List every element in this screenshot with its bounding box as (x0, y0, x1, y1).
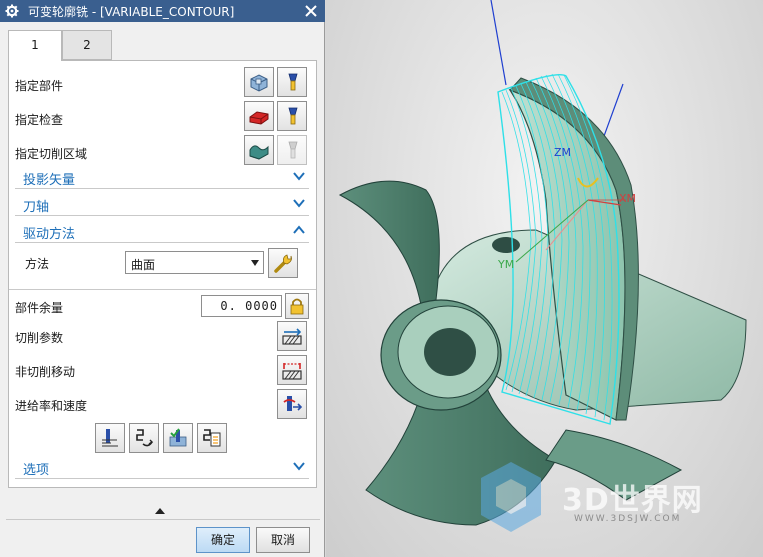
list-path-button[interactable] (197, 423, 227, 453)
drive-method-section[interactable]: 驱动方法 (15, 219, 309, 243)
drive-method-value: 曲面 (131, 258, 156, 272)
section-title: 投影矢量 (23, 173, 76, 188)
flashlight-icon (288, 73, 298, 91)
tab-2[interactable]: 2 (62, 30, 112, 60)
chevron-down-icon[interactable] (293, 171, 305, 181)
ok-button[interactable]: 确定 (196, 527, 250, 553)
cutting-params-label: 切削参数 (15, 331, 64, 345)
drive-method-select[interactable]: 曲面 (125, 251, 264, 274)
axis-label-zm: ZM (554, 146, 572, 159)
select-cut-area-button[interactable] (244, 135, 274, 165)
part-stock-value: 0. 0000 (220, 299, 278, 313)
wrench-icon (274, 254, 292, 273)
section-title: 驱动方法 (23, 227, 76, 242)
variable-contour-dialog: 可变轮廓铣 - [VARIABLE_CONTOUR] 1 2 指定部件 指定检查 (0, 0, 325, 557)
cutting-params-icon (282, 328, 302, 345)
select-check-button[interactable] (244, 101, 274, 131)
lock-icon (290, 298, 304, 315)
part-stock-label: 部件余量 (15, 301, 64, 315)
watermark-text: 3D世界网 (562, 483, 703, 518)
edit-drive-method-button[interactable] (268, 248, 298, 278)
impeller-model (338, 0, 747, 532)
select-part-icon (250, 74, 268, 92)
non-cutting-moves-button[interactable] (277, 355, 307, 385)
flashlight-icon (288, 141, 298, 159)
specify-cut-area-label: 指定切削区域 (15, 147, 88, 161)
display-check-button[interactable] (277, 101, 307, 131)
tool-axis-section[interactable]: 刀轴 (15, 192, 309, 216)
collapse-arrow-icon[interactable] (155, 508, 165, 514)
display-part-button[interactable] (277, 67, 307, 97)
close-icon[interactable] (303, 3, 319, 19)
options-section[interactable]: 选项 (15, 455, 309, 479)
section-title: 刀轴 (23, 200, 50, 215)
non-cutting-moves-icon (282, 363, 302, 380)
cutting-params-button[interactable] (277, 321, 307, 351)
footer-divider (6, 519, 320, 520)
projection-vector-section[interactable]: 投影矢量 (15, 165, 309, 189)
feeds-speeds-button[interactable] (277, 389, 307, 419)
dropdown-arrow-icon (251, 260, 259, 266)
watermark-url: WWW.3DSJW.COM (574, 514, 682, 524)
method-label: 方法 (25, 257, 50, 271)
generate-path-button[interactable] (95, 423, 125, 453)
verify-path-button[interactable] (163, 423, 193, 453)
gear-icon[interactable] (5, 4, 19, 18)
list-path-icon (203, 429, 221, 447)
lock-button[interactable] (285, 293, 309, 319)
graphics-viewport[interactable]: ZM XM YM 3D世界网 WWW.3DSJW.COM (326, 0, 763, 557)
axis-label-ym: YM (498, 258, 515, 271)
replay-path-icon (136, 429, 154, 447)
chevron-down-icon[interactable] (293, 461, 305, 471)
chevron-down-icon[interactable] (293, 198, 305, 208)
part-stock-input[interactable]: 0. 0000 (201, 295, 282, 317)
verify-path-icon (169, 428, 187, 447)
non-cutting-moves-label: 非切削移动 (15, 365, 76, 379)
flashlight-icon (288, 107, 298, 125)
tab-panel: 指定部件 指定检查 指定切削区域 投影矢量 刀轴 驱动方法 方法 曲面 部件余量… (8, 60, 317, 488)
specify-check-label: 指定检查 (15, 113, 64, 127)
dialog-title: 可变轮廓铣 - [VARIABLE_CONTOUR] (28, 5, 235, 19)
feeds-speeds-icon (283, 396, 303, 411)
chevron-up-icon[interactable] (293, 225, 305, 235)
axis-label-xm: XM (619, 192, 637, 205)
display-cut-area-button[interactable] (277, 135, 307, 165)
cancel-button[interactable]: 取消 (256, 527, 310, 553)
select-cut-area-icon (249, 145, 269, 160)
dialog-titlebar[interactable]: 可变轮廓铣 - [VARIABLE_CONTOUR] (0, 0, 325, 22)
select-check-icon (249, 111, 269, 125)
replay-path-button[interactable] (129, 423, 159, 453)
section-title: 选项 (23, 463, 50, 478)
feeds-speeds-label: 进给率和速度 (15, 399, 88, 413)
generate-path-icon (102, 429, 118, 447)
specify-part-label: 指定部件 (15, 79, 64, 93)
tab-1[interactable]: 1 (8, 30, 62, 61)
select-part-button[interactable] (244, 67, 274, 97)
